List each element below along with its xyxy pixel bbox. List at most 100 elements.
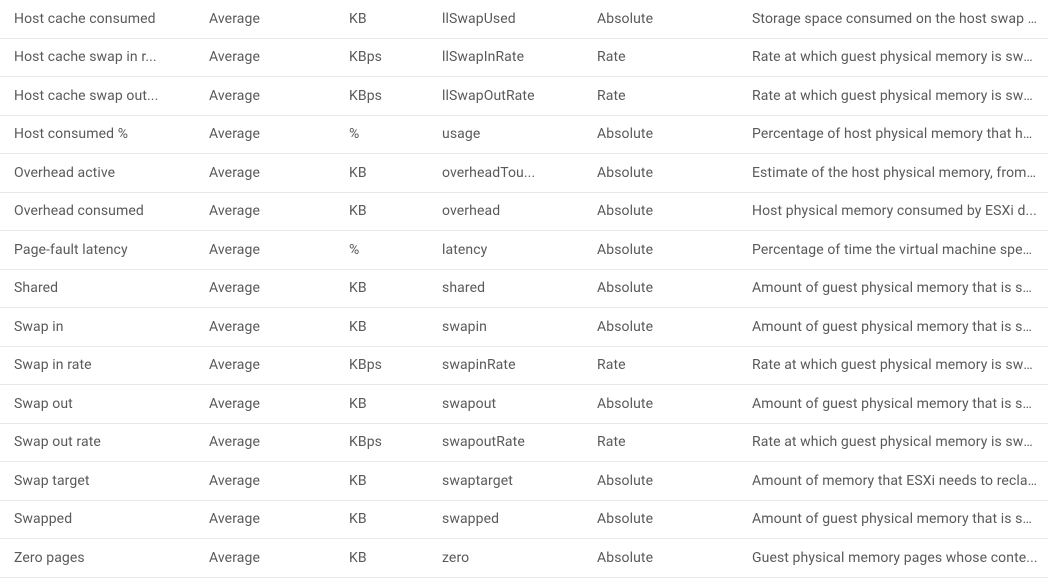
cell-unit: KB: [335, 280, 428, 296]
cell-desc: Percentage of time the virtual machine s…: [738, 242, 1048, 258]
metrics-table: Host cache consumedAverageKBllSwapUsedAb…: [0, 0, 1048, 578]
cell-desc: Amount of guest physical memory that is …: [738, 280, 1048, 296]
cell-desc: Storage space consumed on the host swap …: [738, 11, 1048, 27]
cell-internal: llSwapInRate: [428, 49, 583, 65]
cell-rollup: Average: [195, 280, 335, 296]
cell-stats: Absolute: [583, 319, 738, 335]
cell-internal: swapoutRate: [428, 434, 583, 450]
cell-unit: KBps: [335, 49, 428, 65]
cell-internal: usage: [428, 126, 583, 142]
cell-name: Host consumed %: [0, 126, 195, 142]
table-row[interactable]: Page-fault latencyAverage%latencyAbsolut…: [0, 231, 1048, 270]
table-row[interactable]: Swap outAverageKBswapoutAbsoluteAmount o…: [0, 385, 1048, 424]
cell-desc: Amount of guest physical memory that is …: [738, 511, 1048, 527]
cell-stats: Absolute: [583, 511, 738, 527]
cell-desc: Amount of guest physical memory that is …: [738, 319, 1048, 335]
cell-name: Swapped: [0, 511, 195, 527]
table-row[interactable]: Swap inAverageKBswapinAbsoluteAmount of …: [0, 308, 1048, 347]
table-row[interactable]: Host cache swap out...AverageKBpsllSwapO…: [0, 77, 1048, 116]
cell-name: Overhead active: [0, 165, 195, 181]
cell-internal: swapped: [428, 511, 583, 527]
cell-stats: Absolute: [583, 11, 738, 27]
cell-rollup: Average: [195, 242, 335, 258]
cell-name: Host cache consumed: [0, 11, 195, 27]
cell-stats: Absolute: [583, 550, 738, 566]
cell-internal: overheadTou...: [428, 165, 583, 181]
cell-unit: KBps: [335, 357, 428, 373]
cell-rollup: Average: [195, 396, 335, 412]
table-row[interactable]: Overhead activeAverageKBoverheadTou...Ab…: [0, 154, 1048, 193]
cell-name: Overhead consumed: [0, 203, 195, 219]
cell-stats: Absolute: [583, 242, 738, 258]
cell-internal: llSwapUsed: [428, 11, 583, 27]
cell-rollup: Average: [195, 165, 335, 181]
cell-stats: Rate: [583, 88, 738, 104]
cell-desc: Guest physical memory pages whose conte.…: [738, 550, 1048, 566]
table-row[interactable]: Swap in rateAverageKBpsswapinRateRateRat…: [0, 347, 1048, 386]
cell-rollup: Average: [195, 473, 335, 489]
table-row[interactable]: SharedAverageKBsharedAbsoluteAmount of g…: [0, 270, 1048, 309]
cell-rollup: Average: [195, 126, 335, 142]
cell-stats: Absolute: [583, 396, 738, 412]
cell-unit: %: [335, 242, 428, 258]
cell-internal: swapin: [428, 319, 583, 335]
cell-unit: KB: [335, 319, 428, 335]
cell-name: Host cache swap in r...: [0, 49, 195, 65]
cell-unit: KB: [335, 511, 428, 527]
cell-stats: Absolute: [583, 126, 738, 142]
cell-rollup: Average: [195, 511, 335, 527]
cell-name: Shared: [0, 280, 195, 296]
cell-unit: KB: [335, 203, 428, 219]
cell-unit: KBps: [335, 88, 428, 104]
cell-rollup: Average: [195, 203, 335, 219]
table-row[interactable]: Swap out rateAverageKBpsswapoutRateRateR…: [0, 424, 1048, 463]
cell-rollup: Average: [195, 434, 335, 450]
cell-internal: zero: [428, 550, 583, 566]
cell-name: Swap in: [0, 319, 195, 335]
table-row[interactable]: SwappedAverageKBswappedAbsoluteAmount of…: [0, 501, 1048, 540]
cell-desc: Host physical memory consumed by ESXi d.…: [738, 203, 1048, 219]
cell-stats: Absolute: [583, 473, 738, 489]
cell-name: Swap target: [0, 473, 195, 489]
table-row[interactable]: Zero pagesAverageKBzeroAbsoluteGuest phy…: [0, 539, 1048, 578]
cell-unit: KB: [335, 550, 428, 566]
cell-unit: KB: [335, 11, 428, 27]
cell-rollup: Average: [195, 11, 335, 27]
cell-rollup: Average: [195, 357, 335, 373]
table-row[interactable]: Overhead consumedAverageKBoverheadAbsolu…: [0, 193, 1048, 232]
cell-internal: swapinRate: [428, 357, 583, 373]
cell-desc: Estimate of the host physical memory, fr…: [738, 165, 1048, 181]
cell-desc: Percentage of host physical memory that …: [738, 126, 1048, 142]
cell-stats: Absolute: [583, 203, 738, 219]
cell-stats: Rate: [583, 434, 738, 450]
table-row[interactable]: Swap targetAverageKBswaptargetAbsoluteAm…: [0, 462, 1048, 501]
cell-desc: Rate at which guest physical memory is s…: [738, 49, 1048, 65]
cell-internal: shared: [428, 280, 583, 296]
cell-rollup: Average: [195, 550, 335, 566]
cell-stats: Absolute: [583, 165, 738, 181]
cell-unit: KB: [335, 473, 428, 489]
table-row[interactable]: Host cache consumedAverageKBllSwapUsedAb…: [0, 0, 1048, 39]
cell-internal: overhead: [428, 203, 583, 219]
cell-name: Swap in rate: [0, 357, 195, 373]
cell-desc: Amount of memory that ESXi needs to recl…: [738, 473, 1048, 489]
cell-internal: latency: [428, 242, 583, 258]
table-row[interactable]: Host cache swap in r...AverageKBpsllSwap…: [0, 39, 1048, 78]
cell-desc: Rate at which guest physical memory is s…: [738, 434, 1048, 450]
cell-stats: Absolute: [583, 280, 738, 296]
cell-rollup: Average: [195, 319, 335, 335]
cell-name: Host cache swap out...: [0, 88, 195, 104]
cell-desc: Amount of guest physical memory that is …: [738, 396, 1048, 412]
cell-name: Swap out: [0, 396, 195, 412]
cell-stats: Rate: [583, 49, 738, 65]
cell-unit: KBps: [335, 434, 428, 450]
cell-unit: %: [335, 126, 428, 142]
cell-unit: KB: [335, 165, 428, 181]
cell-desc: Rate at which guest physical memory is s…: [738, 88, 1048, 104]
cell-internal: swapout: [428, 396, 583, 412]
cell-unit: KB: [335, 396, 428, 412]
table-row[interactable]: Host consumed %Average%usageAbsolutePerc…: [0, 116, 1048, 155]
cell-name: Page-fault latency: [0, 242, 195, 258]
cell-rollup: Average: [195, 88, 335, 104]
cell-rollup: Average: [195, 49, 335, 65]
